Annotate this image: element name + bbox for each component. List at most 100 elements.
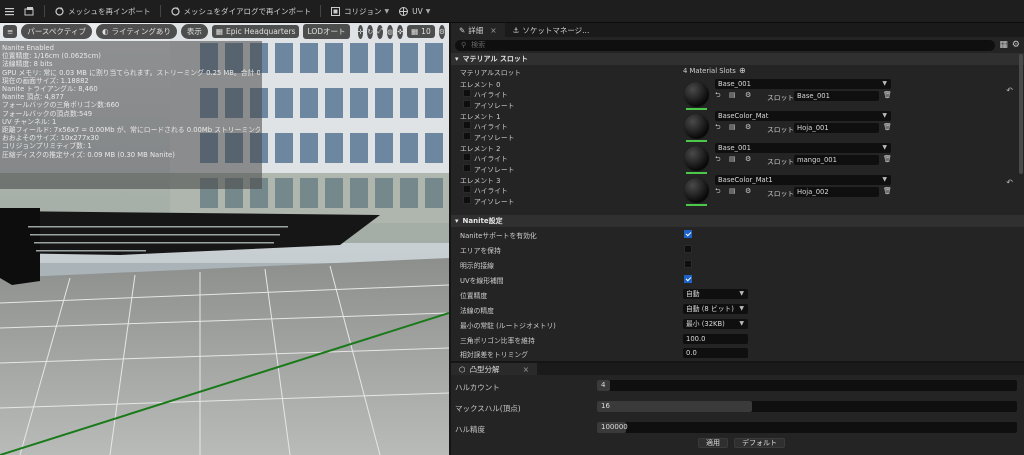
material-thumbnail[interactable] <box>683 113 710 142</box>
nanite-row-label: UVを線形補間 <box>460 277 504 285</box>
highlight-checkbox[interactable] <box>463 185 471 193</box>
isolate-checkbox[interactable] <box>463 196 471 204</box>
trash-icon[interactable]: 🗑 <box>883 155 892 163</box>
material-combo[interactable]: BaseColor_Mat ▼ <box>715 111 891 121</box>
tab-socket-manager[interactable]: ⚓ ソケットマネージ... <box>505 23 598 37</box>
settings-icon[interactable]: ⚙ <box>1012 40 1020 50</box>
material-section-header[interactable]: ▾ マテリアル スロット <box>451 53 1024 65</box>
normal-precision-combo[interactable]: 自動 (8 ビット) ▼ <box>683 304 748 314</box>
toolbar-separator <box>44 5 45 17</box>
default-button[interactable]: デフォルト <box>734 438 785 448</box>
snap-icon[interactable]: ✜ <box>397 24 404 39</box>
chevron-down-icon: ▼ <box>882 176 887 183</box>
lerp-uvs-checkbox[interactable] <box>684 275 692 283</box>
tab-convex-decomposition[interactable]: ⬡ 凸型分解 × <box>451 363 537 375</box>
position-precision-combo[interactable]: 自動 ▼ <box>683 289 748 299</box>
lod-button[interactable]: LODオート <box>303 24 350 39</box>
reset-icon[interactable]: ↶ <box>1006 178 1013 187</box>
rotate-icon[interactable]: ↻ <box>367 24 374 39</box>
lighting-button[interactable]: ◐ ライティングあり <box>95 24 177 39</box>
use-asset-icon[interactable]: ⮌ <box>715 155 721 166</box>
tab-details[interactable]: ✎ 詳細 × <box>451 23 505 37</box>
slot-name-input[interactable]: mango_001 <box>794 155 879 165</box>
reimport-button[interactable]: メッシュを再インポート <box>54 6 151 17</box>
texture-icon[interactable]: ⚙ <box>745 91 751 99</box>
isolate-checkbox[interactable] <box>463 132 471 140</box>
slot-label: スロット <box>767 126 795 134</box>
slot-name-input[interactable]: Base_001 <box>794 91 879 101</box>
preserve-area-checkbox[interactable] <box>684 245 692 253</box>
isolate-checkbox[interactable] <box>463 164 471 172</box>
reset-icon[interactable]: ↶ <box>1006 86 1013 95</box>
details-scrollbar[interactable] <box>1019 54 1023 174</box>
browse-folder-icon[interactable]: ▤ <box>729 155 736 163</box>
nanite-row-label: 三角ポリゴン比率を維持 <box>460 337 535 345</box>
material-slots-count: 4 Material Slots <box>683 67 736 75</box>
explicit-tangents-checkbox[interactable] <box>684 260 692 268</box>
min-residency-combo[interactable]: 最小 (32KB) ▼ <box>683 319 748 329</box>
hull-count-slider[interactable]: 4 <box>597 380 1017 391</box>
translate-icon[interactable]: ✛ <box>357 24 364 39</box>
nanite-section-header[interactable]: ▾ Nanite設定 <box>451 215 1024 227</box>
use-asset-icon[interactable]: ⮌ <box>715 91 721 102</box>
material-combo[interactable]: Base_001 ▼ <box>715 143 891 153</box>
isolate-checkbox[interactable] <box>463 100 471 108</box>
combo-value: 最小 (32KB) <box>686 320 725 328</box>
apply-button[interactable]: 適用 <box>698 438 728 448</box>
slot-name-input[interactable]: Hoja_001 <box>794 123 879 133</box>
slider-value: 100000 <box>601 423 628 431</box>
show-button[interactable]: 表示 <box>180 24 208 39</box>
lighting-icon: ◐ <box>101 27 109 36</box>
slot-name-input[interactable]: Hoja_002 <box>794 187 879 197</box>
highlight-checkbox[interactable] <box>463 89 471 97</box>
stat-line: おおよそのサイズ: 10x277x30 <box>2 134 99 143</box>
trim-relative-error-input[interactable]: 0.0 <box>683 348 748 358</box>
camera-button[interactable] <box>24 6 35 17</box>
texture-icon[interactable]: ⚙ <box>745 123 751 131</box>
trash-icon[interactable]: 🗑 <box>883 187 892 195</box>
texture-icon[interactable]: ⚙ <box>745 187 751 195</box>
add-slot-icon[interactable]: ⊕ <box>739 66 746 75</box>
perspective-button[interactable]: パースペクティブ <box>21 24 92 39</box>
material-thumbnail[interactable] <box>683 81 710 110</box>
grid-snap-button[interactable]: ▦ 10 <box>407 25 435 38</box>
menu-button[interactable] <box>4 6 15 17</box>
material-combo[interactable]: BaseColor_Mat1 ▼ <box>715 175 891 185</box>
viewport-menu-button[interactable]: ≡ <box>3 25 18 38</box>
hull-precision-slider[interactable]: 100000 <box>597 422 1017 433</box>
highlight-checkbox[interactable] <box>463 153 471 161</box>
highlight-label: ハイライト <box>474 155 508 163</box>
preview-scene-button[interactable]: ▦ Epic Headquarters <box>211 25 300 38</box>
close-icon[interactable]: × <box>523 365 529 374</box>
stat-line: Nanite 頂点: 4,877 <box>2 93 64 102</box>
scale-icon[interactable]: ⤢ <box>377 24 384 39</box>
close-icon[interactable]: × <box>490 26 496 35</box>
material-thumbnail[interactable] <box>683 145 710 174</box>
browse-folder-icon[interactable]: ▤ <box>729 91 736 99</box>
use-asset-icon[interactable]: ⮌ <box>715 123 721 134</box>
texture-icon[interactable]: ⚙ <box>745 155 751 163</box>
material-combo[interactable]: Base_001 ▼ <box>715 79 891 89</box>
browse-folder-icon[interactable]: ▤ <box>729 123 736 131</box>
settings-icon[interactable]: ⚙ <box>438 24 445 39</box>
highlight-checkbox[interactable] <box>463 121 471 129</box>
search-input[interactable]: ⚲ 検索 <box>455 39 996 51</box>
globe-icon[interactable]: ◍ <box>387 24 394 39</box>
reimport-dialog-button[interactable]: メッシュをダイアログで再インポート <box>170 6 311 17</box>
uv-label: UV <box>412 6 423 16</box>
table-view-icon[interactable]: ▦ <box>999 40 1008 50</box>
max-hull-verts-slider[interactable]: 16 <box>597 401 1017 412</box>
use-asset-icon[interactable]: ⮌ <box>715 187 721 198</box>
chevron-down-icon: ▼ <box>739 290 744 297</box>
tab-label: ソケットマネージ... <box>522 25 590 35</box>
material-combo-value: BaseColor_Mat1 <box>718 176 773 184</box>
uv-menu[interactable]: UV ▼ <box>398 6 430 17</box>
collision-menu[interactable]: コリジョン ▼ <box>330 6 389 17</box>
trash-icon[interactable]: 🗑 <box>883 91 892 99</box>
viewport[interactable]: ≡ パースペクティブ ◐ ライティングあり 表示 ▦ Epic Headquarte… <box>0 23 449 455</box>
enable-nanite-checkbox[interactable] <box>684 230 692 238</box>
keep-triangle-percent-input[interactable]: 100.0 <box>683 334 748 344</box>
material-thumbnail[interactable] <box>683 177 710 206</box>
browse-folder-icon[interactable]: ▤ <box>729 187 736 195</box>
trash-icon[interactable]: 🗑 <box>883 123 892 131</box>
